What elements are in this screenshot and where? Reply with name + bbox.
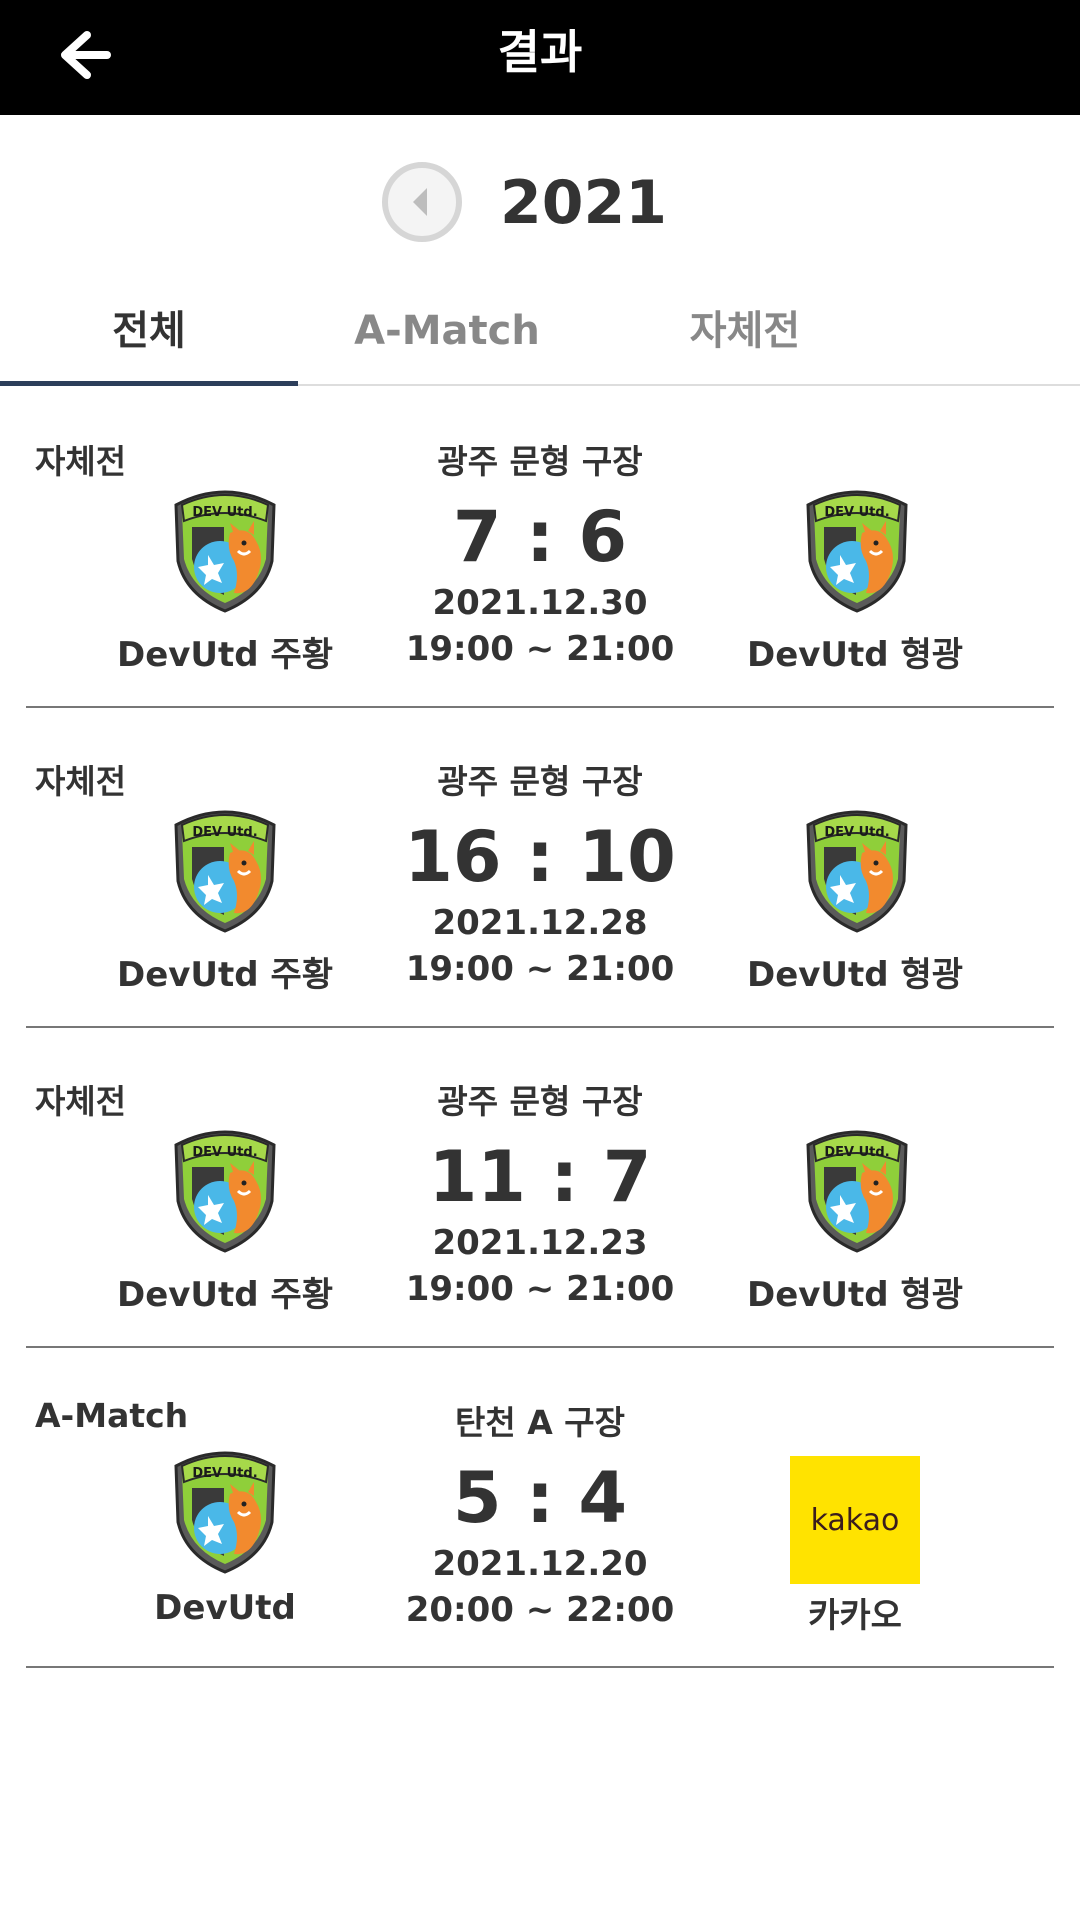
home-team-logo bbox=[168, 1123, 282, 1253]
arrow-left-icon bbox=[61, 31, 111, 79]
match-time: 19:00 ~ 21:00 bbox=[405, 949, 675, 989]
match-time: 19:00 ~ 21:00 bbox=[405, 1269, 675, 1309]
year-selector: 2021 bbox=[0, 158, 1080, 248]
away-team-logo bbox=[800, 1123, 914, 1253]
divider bbox=[26, 706, 1054, 708]
away-team-name: DevUtd 형광 bbox=[746, 635, 964, 675]
match-score: 11 : 7 bbox=[428, 1136, 652, 1218]
match-venue: 광주 문형 구장 bbox=[437, 1082, 643, 1121]
top-app-bar: 결과 bbox=[0, 0, 1080, 115]
previous-year-button[interactable] bbox=[380, 160, 464, 244]
home-team-logo bbox=[168, 1444, 282, 1574]
match-card[interactable]: 자체전 DevUtd 주황 광주 문형 구장 16 : 10 2021.12.2… bbox=[0, 725, 1080, 1045]
home-team-name: DevUtd 주황 bbox=[116, 1275, 334, 1315]
back-button[interactable] bbox=[50, 20, 120, 90]
match-venue: 광주 문형 구장 bbox=[437, 442, 643, 481]
circle-chevron-left-icon bbox=[382, 162, 462, 242]
match-type: 자체전 bbox=[35, 762, 127, 801]
match-date: 2021.12.30 bbox=[432, 583, 648, 623]
divider bbox=[26, 1666, 1054, 1668]
home-team-name: DevUtd 주황 bbox=[116, 635, 334, 675]
active-tab-indicator bbox=[0, 381, 298, 386]
match-score: 5 : 4 bbox=[452, 1457, 628, 1539]
match-type: 자체전 bbox=[35, 442, 127, 481]
match-type: 자체전 bbox=[35, 1082, 127, 1121]
page-title: 결과 bbox=[497, 25, 583, 79]
match-score: 16 : 10 bbox=[404, 816, 676, 898]
home-team-logo bbox=[168, 803, 282, 933]
match-venue: 탄천 A 구장 bbox=[455, 1403, 625, 1442]
divider bbox=[26, 1026, 1054, 1028]
match-date: 2021.12.20 bbox=[432, 1544, 648, 1584]
away-team-name: 카카오 bbox=[808, 1596, 902, 1636]
match-score: 7 : 6 bbox=[452, 496, 628, 578]
away-team-name: DevUtd 형광 bbox=[746, 955, 964, 995]
year-label: 2021 bbox=[500, 168, 667, 238]
match-card[interactable]: A-Match DevUtd 탄천 A 구장 5 : 4 2021.12.20 … bbox=[0, 1366, 1080, 1686]
match-card[interactable]: 자체전 DevUtd 주황 광주 문형 구장 11 : 7 2021.12.23… bbox=[0, 1045, 1080, 1365]
match-type: A-Match bbox=[35, 1396, 189, 1435]
match-date: 2021.12.23 bbox=[432, 1223, 648, 1263]
away-team-logo bbox=[800, 483, 914, 613]
home-team-name: DevUtd bbox=[154, 1588, 296, 1628]
tab-a-match[interactable]: A-Match bbox=[298, 290, 596, 384]
tab-all[interactable]: 전체 bbox=[0, 290, 298, 384]
match-card[interactable]: 자체전 DevUtd 주황 광주 문형 구장 7 : 6 2021.12.30 … bbox=[0, 405, 1080, 725]
away-team-logo bbox=[800, 803, 914, 933]
filter-tabs: 전체 A-Match 자체전 bbox=[0, 290, 1080, 386]
match-venue: 광주 문형 구장 bbox=[437, 762, 643, 801]
home-team-logo bbox=[168, 483, 282, 613]
match-date: 2021.12.28 bbox=[432, 903, 648, 943]
divider bbox=[26, 1346, 1054, 1348]
tab-internal-match[interactable]: 자체전 bbox=[596, 290, 894, 384]
home-team-name: DevUtd 주황 bbox=[116, 955, 334, 995]
match-time: 19:00 ~ 21:00 bbox=[405, 629, 675, 669]
match-time: 20:00 ~ 22:00 bbox=[405, 1590, 675, 1630]
away-team-name: DevUtd 형광 bbox=[746, 1275, 964, 1315]
away-team-logo: kakao bbox=[790, 1456, 920, 1584]
kakao-logo-text: kakao bbox=[810, 1502, 900, 1538]
